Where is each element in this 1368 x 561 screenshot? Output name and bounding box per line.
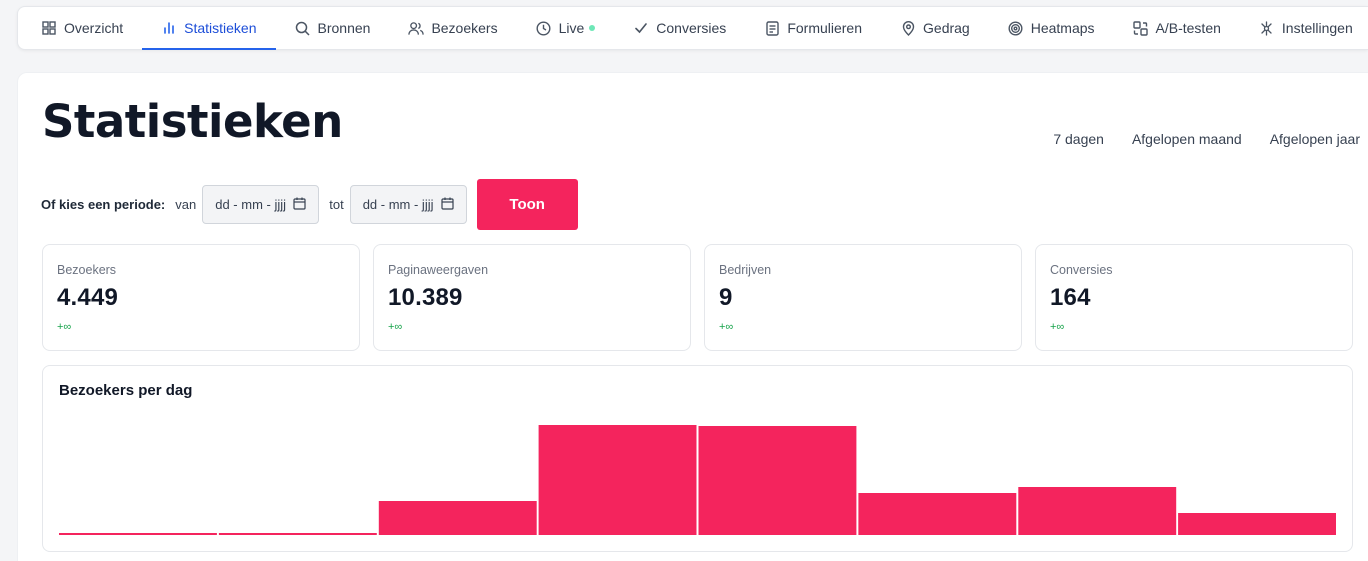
tab-label: A/B-testen: [1155, 20, 1221, 36]
target-icon: [1008, 20, 1024, 36]
tab-bezoekers[interactable]: Bezoekers: [389, 7, 516, 49]
tab-label: Overzicht: [64, 20, 124, 36]
stat-change: +∞: [388, 321, 403, 333]
stat-label: Conversies: [1050, 263, 1113, 277]
stat-label: Bedrijven: [719, 263, 772, 277]
stat-change: +∞: [57, 321, 72, 333]
range-last-year[interactable]: Afgelopen jaar: [1270, 131, 1360, 147]
grid-icon: [41, 20, 57, 36]
tab-label: Formulieren: [787, 20, 863, 36]
form-icon: [764, 20, 780, 36]
bar-chart-icon: [161, 20, 177, 36]
map-pin-icon: [900, 20, 916, 36]
visitors-per-day-chart: Bezoekers per dag: [42, 365, 1353, 552]
stat-label: Bezoekers: [57, 263, 117, 277]
tab-gedrag[interactable]: Gedrag: [881, 7, 989, 49]
tab-ab-testen[interactable]: A/B-testen: [1114, 7, 1240, 49]
main-content: Statistieken 7 dagen Afgelopen maand Afg…: [17, 72, 1368, 561]
stat-card-conversies: Conversies 164 +∞: [1035, 244, 1353, 351]
calendar-icon[interactable]: [441, 197, 454, 213]
ab-test-icon: [1133, 20, 1149, 36]
chart-bar[interactable]: [59, 533, 217, 535]
chart-bar[interactable]: [1018, 487, 1177, 535]
tab-overzicht[interactable]: Overzicht: [22, 7, 142, 49]
quick-range-selector: 7 dagen Afgelopen maand Afgelopen jaar: [1053, 131, 1360, 147]
range-last-month[interactable]: Afgelopen maand: [1132, 131, 1242, 147]
toon-button[interactable]: Toon: [476, 179, 578, 230]
tab-label: Live: [558, 20, 585, 36]
tab-formulieren[interactable]: Formulieren: [745, 7, 881, 49]
to-date-input[interactable]: dd - mm - jjjj: [349, 185, 467, 224]
to-date-placeholder: dd - mm - jjjj: [362, 197, 434, 212]
live-status-dot: [589, 25, 596, 31]
stat-change: +∞: [719, 321, 734, 333]
stat-value: 10.389: [388, 284, 463, 311]
check-icon: [633, 20, 649, 36]
top-navigation: Overzicht Statistieken Bronnen Bezoekers…: [17, 6, 1368, 50]
period-label: Of kies een periode:: [41, 197, 166, 212]
chart-bar[interactable]: [1178, 513, 1336, 535]
tab-conversies[interactable]: Conversies: [614, 7, 745, 49]
tab-heatmaps[interactable]: Heatmaps: [989, 7, 1114, 49]
from-label: van: [175, 197, 197, 212]
calendar-icon[interactable]: [293, 197, 306, 213]
chart-bar[interactable]: [698, 426, 857, 535]
bar-chart: [59, 425, 1336, 535]
stat-label: Paginaweergaven: [388, 263, 489, 277]
stat-change: +∞: [1050, 321, 1065, 333]
page-title: Statistieken: [42, 95, 343, 148]
tab-statistieken[interactable]: Statistieken: [142, 7, 276, 50]
stat-card-bedrijven: Bedrijven 9 +∞: [704, 244, 1022, 351]
clock-icon: [536, 20, 552, 36]
tab-instellingen[interactable]: Instellingen: [1240, 7, 1368, 49]
tab-label: Bezoekers: [431, 20, 498, 36]
tab-live[interactable]: Live: [517, 7, 615, 49]
search-icon: [295, 20, 311, 36]
tab-label: Conversies: [656, 20, 727, 36]
tab-label: Statistieken: [184, 20, 257, 36]
stat-value: 4.449: [57, 284, 119, 311]
tab-bronnen[interactable]: Bronnen: [276, 7, 390, 49]
chart-bar[interactable]: [538, 425, 697, 535]
from-date-placeholder: dd - mm - jjjj: [215, 197, 287, 212]
chart-bar[interactable]: [218, 533, 377, 535]
stat-value: 9: [719, 284, 733, 311]
period-selector: Of kies een periode: van dd - mm - jjjj …: [41, 179, 578, 230]
settings-icon: [1259, 20, 1275, 36]
users-icon: [408, 20, 425, 36]
from-date-input[interactable]: dd - mm - jjjj: [202, 185, 320, 224]
to-label: tot: [329, 197, 344, 212]
tab-label: Bronnen: [317, 20, 371, 36]
stat-card-paginaweergaven: Paginaweergaven 10.389 +∞: [373, 244, 691, 351]
tab-label: Instellingen: [1281, 20, 1353, 36]
chart-bar[interactable]: [378, 501, 537, 535]
tab-label: Heatmaps: [1030, 20, 1095, 36]
chart-bar[interactable]: [858, 493, 1017, 535]
tab-label: Gedrag: [923, 20, 970, 36]
stat-value: 164: [1050, 284, 1091, 311]
stat-card-bezoekers: Bezoekers 4.449 +∞: [42, 244, 360, 351]
range-7-days[interactable]: 7 dagen: [1053, 131, 1104, 147]
